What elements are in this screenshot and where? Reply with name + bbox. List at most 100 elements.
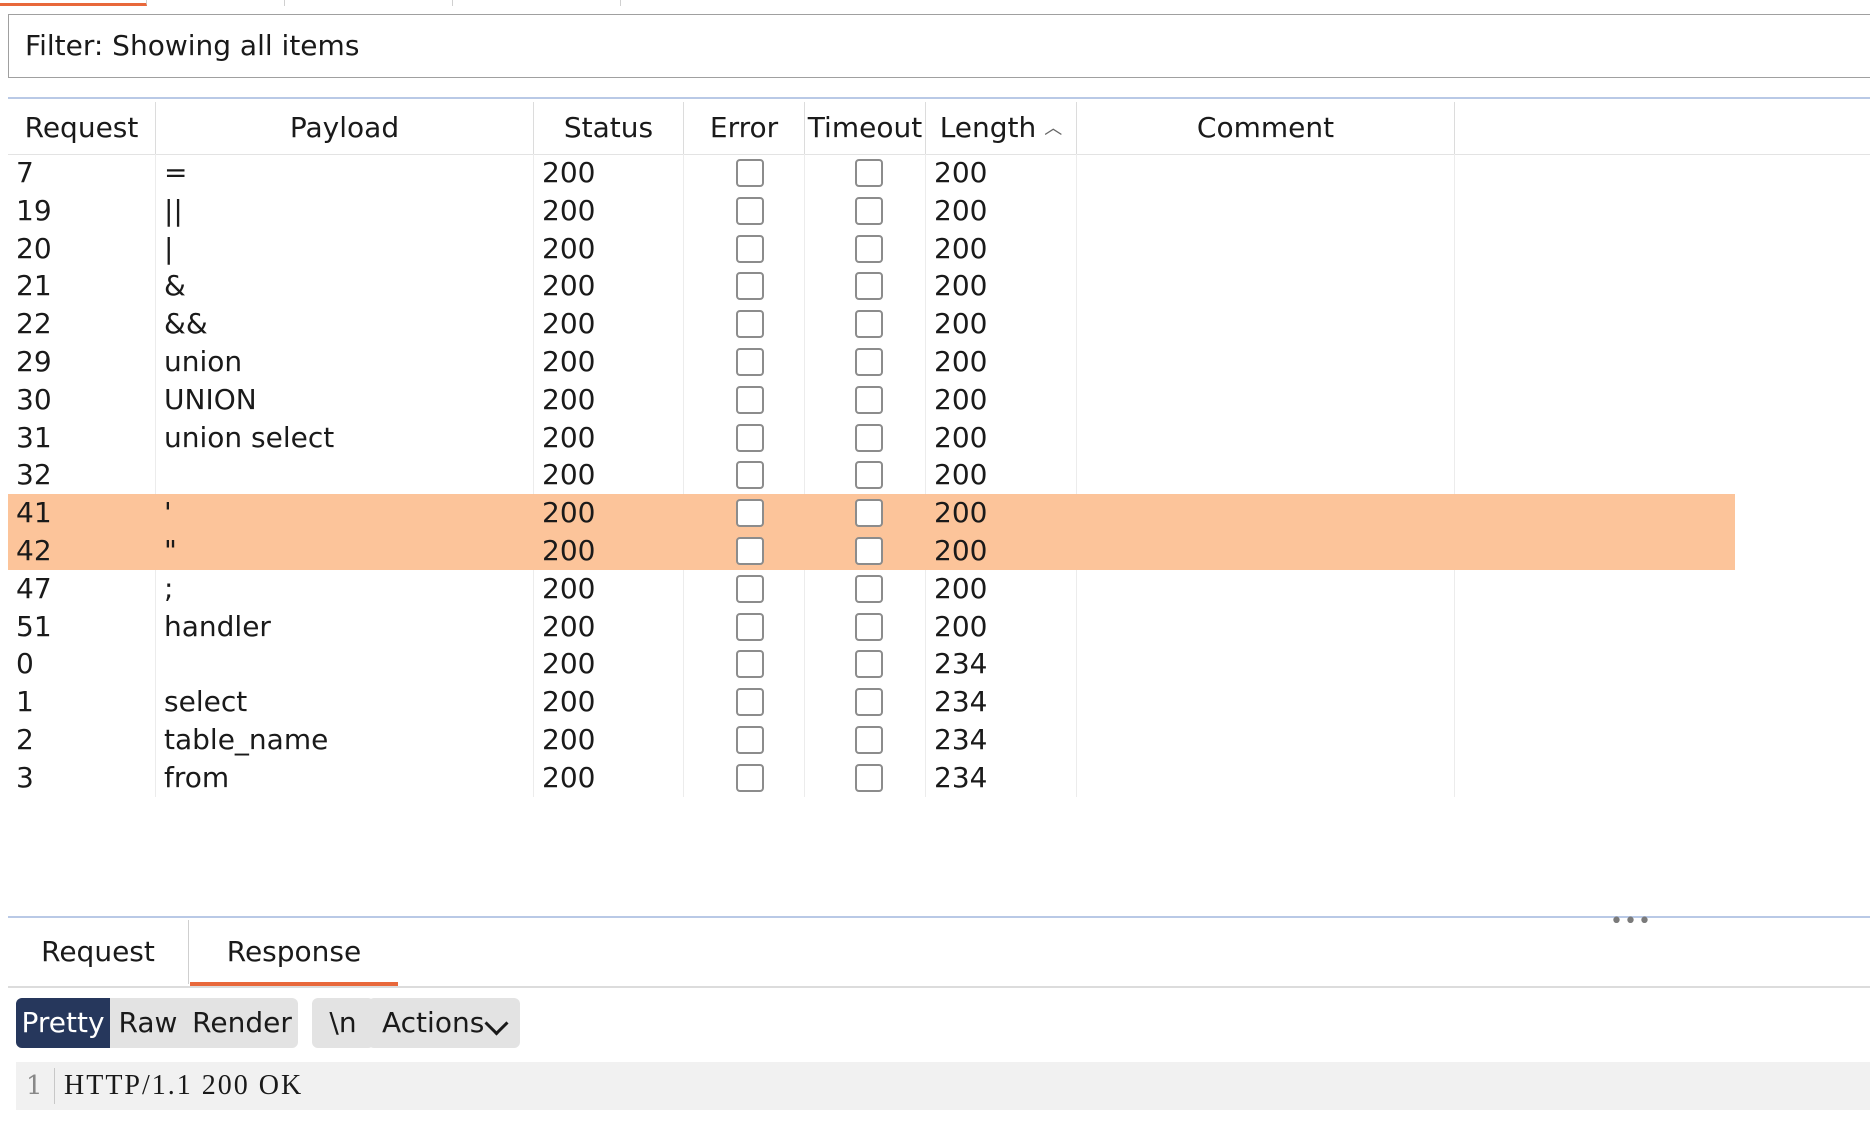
column-header-timeout[interactable]: Timeout <box>805 102 926 154</box>
table-row[interactable]: 1 select 200 234 <box>8 683 1870 722</box>
top-tab[interactable] <box>454 0 621 6</box>
timeout-checkbox[interactable] <box>855 574 883 603</box>
column-header-status[interactable]: Status <box>534 102 684 154</box>
table-row[interactable]: 21 & 200 200 <box>8 267 1870 306</box>
timeout-checkbox[interactable] <box>855 423 883 452</box>
timeout-checkbox[interactable] <box>855 385 883 414</box>
error-checkbox[interactable] <box>736 537 764 565</box>
error-checkbox[interactable] <box>736 612 764 641</box>
tab-response[interactable]: Response <box>190 920 398 986</box>
cell-status: 200 <box>534 343 684 381</box>
top-tab[interactable] <box>286 0 453 6</box>
timeout-checkbox[interactable] <box>855 348 883 376</box>
table-row[interactable]: 0 200 234 <box>8 645 1870 684</box>
timeout-checkbox[interactable] <box>855 310 883 339</box>
error-checkbox[interactable] <box>736 272 764 301</box>
timeout-checkbox[interactable] <box>855 688 883 717</box>
top-tab[interactable] <box>150 0 285 6</box>
table-header: Request Payload Status Error Timeout Len… <box>8 102 1870 155</box>
filter-bar[interactable]: Filter: Showing all items <box>8 14 1870 78</box>
timeout-checkbox[interactable] <box>855 272 883 301</box>
table-row[interactable]: 20 | 200 200 <box>8 229 1870 268</box>
column-header-comment[interactable]: Comment <box>1077 102 1455 154</box>
actions-dropdown[interactable]: Actions <box>368 998 520 1048</box>
cell-payload: " <box>164 534 177 567</box>
error-checkbox[interactable] <box>736 650 764 679</box>
cell-comment <box>1077 683 1455 722</box>
error-checkbox[interactable] <box>736 726 764 754</box>
cell-status: 200 <box>534 267 684 306</box>
cell-payload: table_name <box>156 721 534 759</box>
cell-status: 200 <box>542 496 596 530</box>
error-checkbox[interactable] <box>736 461 764 490</box>
table-row[interactable]: 2 table_name 200 234 <box>8 721 1870 759</box>
cell-timeout <box>805 229 926 268</box>
column-header-request[interactable]: Request <box>8 102 156 154</box>
table-row[interactable]: 47; 200 200 <box>8 569 1870 608</box>
cell-error <box>684 191 805 230</box>
table-row[interactable]: 22 && 200 200 <box>8 305 1870 344</box>
cell-request: 32 <box>8 456 156 495</box>
view-mode-group: Pretty Raw Render <box>16 998 298 1048</box>
cell-timeout <box>805 267 926 306</box>
cell-comment <box>1077 758 1455 797</box>
render-button[interactable]: Render <box>186 998 298 1048</box>
error-checkbox[interactable] <box>736 423 764 452</box>
table-row[interactable]: 31 union select 200 200 <box>8 418 1870 457</box>
table-row[interactable]: 41 ' 200 200 <box>8 494 1735 533</box>
column-header-length[interactable]: Length ︿ <box>926 102 1077 154</box>
cell-timeout <box>805 305 926 344</box>
timeout-checkbox[interactable] <box>855 763 883 792</box>
cell-error <box>684 569 805 608</box>
pretty-button[interactable]: Pretty <box>16 998 110 1048</box>
response-editor[interactable]: 1 HTTP/1.1 200 OK <box>16 1062 1870 1110</box>
timeout-checkbox[interactable] <box>855 499 883 528</box>
timeout-checkbox[interactable] <box>855 537 883 565</box>
error-checkbox[interactable] <box>736 385 764 414</box>
column-header-error[interactable]: Error <box>684 102 805 154</box>
timeout-checkbox[interactable] <box>855 461 883 490</box>
timeout-checkbox[interactable] <box>855 196 883 225</box>
tab-request[interactable]: Request <box>8 920 189 984</box>
error-checkbox[interactable] <box>736 688 764 717</box>
top-tab-active[interactable] <box>0 0 147 6</box>
table-row[interactable]: 42 " 200 200 <box>8 532 1735 570</box>
cell-timeout <box>805 456 926 495</box>
error-checkbox[interactable] <box>736 763 764 792</box>
column-header-payload[interactable]: Payload <box>156 102 534 154</box>
newline-toggle-button[interactable]: \n <box>312 998 374 1048</box>
cell-request: 19 <box>8 191 156 230</box>
timeout-checkbox[interactable] <box>855 650 883 679</box>
timeout-checkbox[interactable] <box>855 612 883 641</box>
table-row[interactable]: 30 UNION 200 200 <box>8 380 1870 419</box>
cell-comment <box>1077 607 1455 646</box>
table-row[interactable]: 32 200 200 <box>8 456 1870 495</box>
error-checkbox[interactable] <box>736 310 764 339</box>
error-checkbox[interactable] <box>736 234 764 263</box>
cell-error <box>684 494 805 532</box>
viewer-tabs: Request Response <box>8 920 1870 988</box>
cell-length: 200 <box>926 380 1077 419</box>
sort-ascending-icon: ︿ <box>1044 118 1063 139</box>
cell-request: 41 <box>16 496 52 530</box>
cell-timeout <box>805 569 926 608</box>
table-row[interactable]: 3 from 200 234 <box>8 758 1870 797</box>
cell-payload: & <box>156 267 534 306</box>
cell-error <box>684 645 805 684</box>
error-checkbox[interactable] <box>736 574 764 603</box>
timeout-checkbox[interactable] <box>855 159 883 187</box>
cell-request: 3 <box>8 758 156 797</box>
raw-button[interactable]: Raw <box>110 998 186 1048</box>
cell-error <box>684 418 805 457</box>
error-checkbox[interactable] <box>736 159 764 187</box>
table-row[interactable]: 7 = 200 200 <box>8 154 1870 192</box>
timeout-checkbox[interactable] <box>855 726 883 754</box>
error-checkbox[interactable] <box>736 499 764 528</box>
error-checkbox[interactable] <box>736 196 764 225</box>
table-row[interactable]: 19 || 200 200 <box>8 191 1870 230</box>
error-checkbox[interactable] <box>736 348 764 376</box>
table-row[interactable]: 51 handler 200 200 <box>8 607 1870 646</box>
table-row[interactable]: 29 union 200 200 <box>8 343 1870 381</box>
cell-timeout <box>805 343 926 381</box>
timeout-checkbox[interactable] <box>855 234 883 263</box>
